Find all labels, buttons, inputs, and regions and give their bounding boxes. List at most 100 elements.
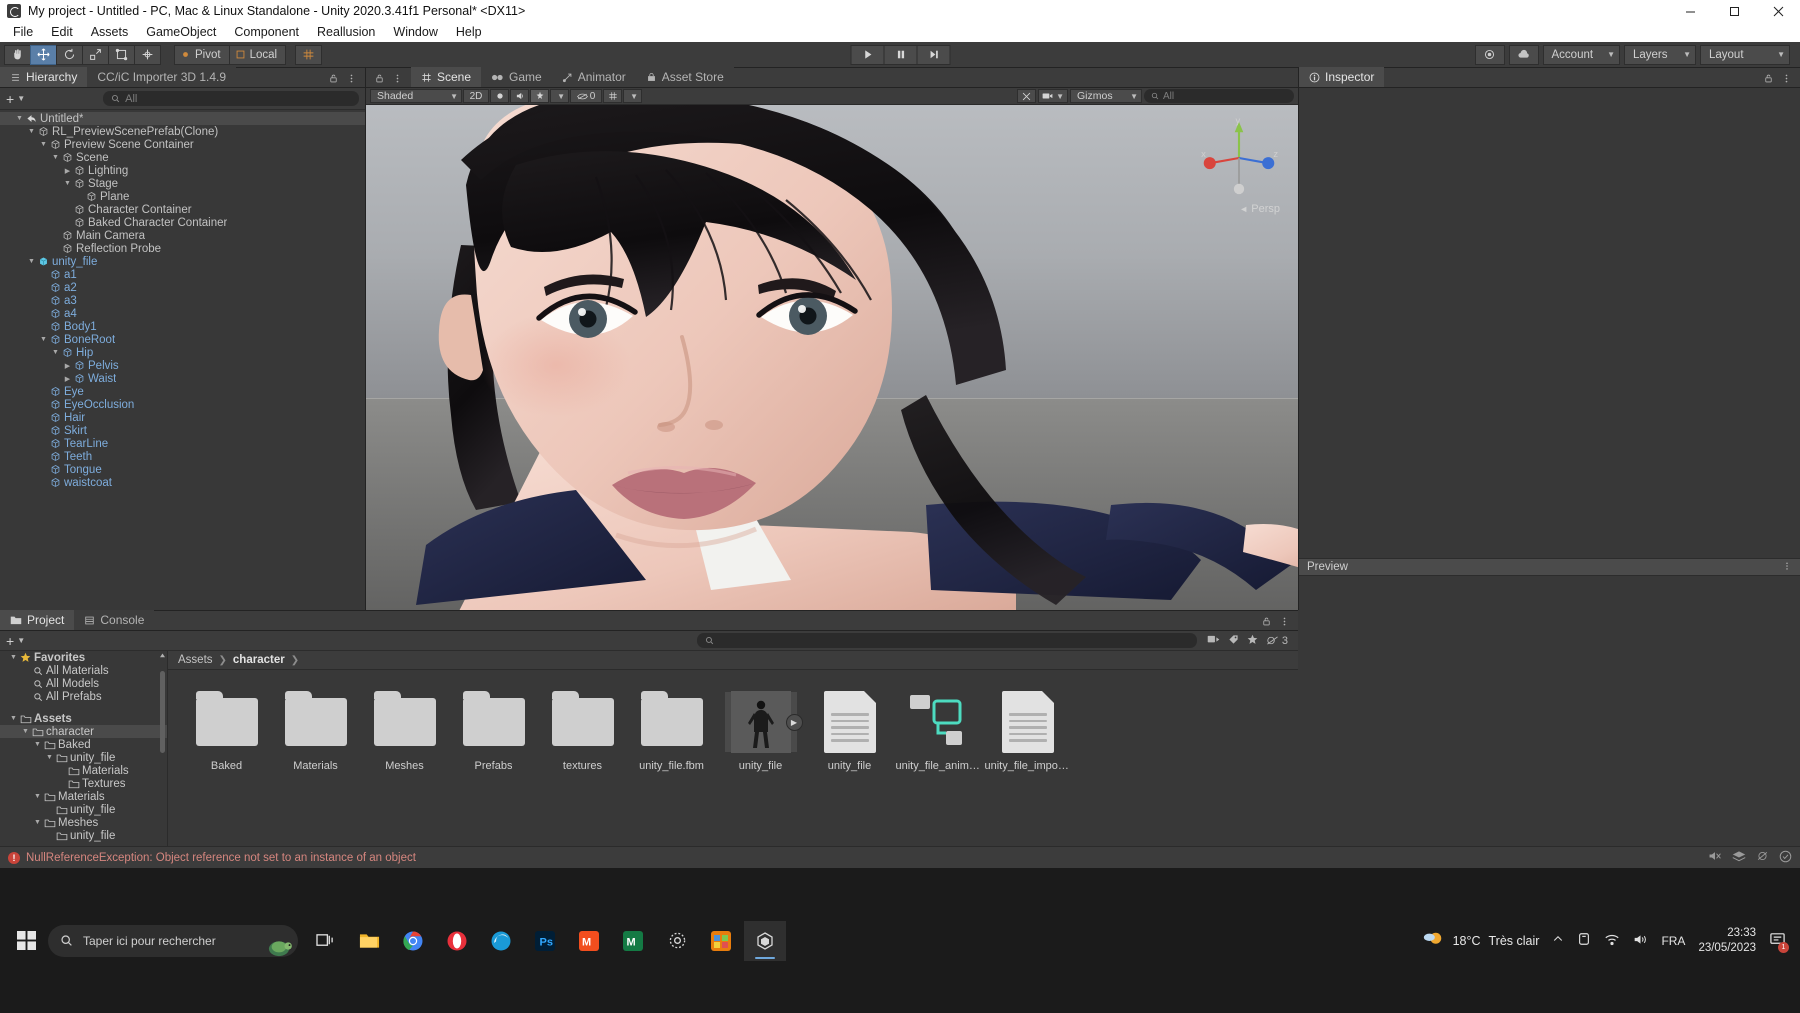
menu-gameobject[interactable]: GameObject: [137, 23, 225, 41]
menu-help[interactable]: Help: [447, 23, 491, 41]
preview-play-icon[interactable]: ▶: [785, 714, 803, 731]
hierarchy-item[interactable]: Skirt: [0, 424, 365, 437]
hierarchy-twirl[interactable]: ▼: [38, 141, 49, 148]
asset-tile[interactable]: unity_file_animat...: [894, 692, 983, 772]
preview-menu-icon[interactable]: [1782, 561, 1792, 574]
hierarchy-item[interactable]: Hair: [0, 411, 365, 424]
asset-tile[interactable]: unity_file_importI...: [983, 691, 1072, 772]
language-indicator[interactable]: FRA: [1661, 934, 1685, 948]
project-tree-scrollbar[interactable]: [160, 653, 165, 803]
fx-toggle-icon[interactable]: [530, 89, 549, 103]
layout-dropdown[interactable]: Layout ▼: [1700, 44, 1790, 65]
asset-tile[interactable]: Baked: [182, 691, 271, 772]
hierarchy-item[interactable]: ▼ unity_file: [0, 255, 365, 268]
asset-tile[interactable]: Meshes: [360, 691, 449, 772]
hierarchy-item[interactable]: ▼ Untitled*: [0, 112, 365, 125]
scene-search-input[interactable]: All: [1144, 89, 1294, 103]
rect-tool-button[interactable]: [108, 44, 135, 65]
tab-game[interactable]: Game: [481, 67, 552, 87]
project-tree-twirl[interactable]: ▼: [44, 754, 55, 761]
asset-tile[interactable]: Materials: [271, 691, 360, 772]
maximize-button[interactable]: [1712, 0, 1756, 22]
shading-mode-dropdown[interactable]: Shaded ▼: [370, 89, 462, 103]
perspective-label[interactable]: ◄ Persp: [1239, 203, 1280, 215]
2d-toggle-button[interactable]: 2D: [463, 89, 489, 103]
project-tree-item[interactable]: ▼ Materials: [0, 790, 167, 803]
hierarchy-item[interactable]: Eye: [0, 385, 365, 398]
tab-animator[interactable]: Animator: [551, 67, 636, 87]
hierarchy-item[interactable]: ▶ Waist: [0, 372, 365, 385]
weather-widget[interactable]: 18°C Très clair: [1421, 930, 1539, 952]
windows-start-icon[interactable]: [4, 921, 48, 961]
hierarchy-twirl[interactable]: ▶: [62, 167, 73, 175]
account-dropdown[interactable]: Account ▼: [1542, 44, 1620, 65]
hand-tool-button[interactable]: [4, 44, 31, 65]
show-hidden-icons-chevron[interactable]: [1552, 933, 1564, 948]
project-tree-item[interactable]: ▼ Meshes: [0, 816, 167, 829]
hierarchy-item[interactable]: Baked Character Container: [0, 216, 365, 229]
label-icon[interactable]: [1228, 634, 1239, 648]
breadcrumb-character[interactable]: character: [233, 654, 285, 666]
project-tree-twirl[interactable]: ▼: [32, 793, 43, 800]
project-folder-tree[interactable]: ▼ Favorites All Materials All Models All Pre…: [0, 651, 168, 846]
wifi-icon[interactable]: [1604, 933, 1620, 949]
project-tree-item[interactable]: ▼ Favorites: [0, 651, 167, 664]
tab-asset-store[interactable]: Asset Store: [635, 67, 734, 87]
project-tree-item[interactable]: unity_file: [0, 803, 167, 816]
hierarchy-add-button[interactable]: + ▼: [6, 92, 25, 106]
menu-assets[interactable]: Assets: [82, 23, 138, 41]
hierarchy-item[interactable]: Main Camera: [0, 229, 365, 242]
settings-icon[interactable]: [656, 921, 698, 961]
menu-edit[interactable]: Edit: [42, 23, 82, 41]
notification-center-icon[interactable]: 1: [1769, 931, 1789, 953]
close-button[interactable]: [1756, 0, 1800, 22]
onedrive-icon[interactable]: [1577, 932, 1591, 949]
pivot-mode-button[interactable]: Pivot: [174, 44, 230, 65]
hierarchy-twirl[interactable]: ▶: [62, 375, 73, 383]
hierarchy-item[interactable]: a3: [0, 294, 365, 307]
play-button[interactable]: [850, 44, 885, 65]
hierarchy-item[interactable]: a4: [0, 307, 365, 320]
photoshop-icon[interactable]: Ps: [524, 921, 566, 961]
project-tree-item[interactable]: All Materials: [0, 664, 167, 677]
panel-menu-icon[interactable]: [1781, 72, 1792, 87]
edge-icon[interactable]: [480, 921, 522, 961]
hierarchy-item[interactable]: ▼ Preview Scene Container: [0, 138, 365, 151]
volume-icon[interactable]: [1633, 933, 1648, 949]
fx-dropdown-button[interactable]: ▼: [550, 89, 569, 103]
asset-tile[interactable]: textures: [538, 691, 627, 772]
reallusion-icon[interactable]: M: [612, 921, 654, 961]
tab-console[interactable]: Console: [74, 610, 155, 630]
project-tree-twirl[interactable]: ▼: [8, 654, 19, 661]
project-tree-item[interactable]: ▼ Baked: [0, 738, 167, 751]
clock[interactable]: 23:33 23/05/2023: [1698, 926, 1756, 955]
hierarchy-tree[interactable]: ▼ Untitled* ▼ RL_PreviewScenePrefab(Clone) ▼…: [0, 110, 365, 610]
asset-tile[interactable]: Prefabs: [449, 691, 538, 772]
status-bar[interactable]: ! NullReferenceException: Object referen…: [0, 846, 1800, 868]
project-tree-item[interactable]: All Models: [0, 677, 167, 690]
project-tree-item[interactable]: Materials: [0, 764, 167, 777]
project-search-input[interactable]: [696, 633, 1197, 648]
hierarchy-item[interactable]: Body1: [0, 320, 365, 333]
taskbar-search-input[interactable]: Taper ici pour rechercher: [48, 924, 298, 957]
project-tree-item[interactable]: ▼ Assets: [0, 712, 167, 725]
project-tree-twirl[interactable]: ▼: [32, 819, 43, 826]
project-tree-item[interactable]: ▼ character: [0, 725, 167, 738]
menu-component[interactable]: Component: [225, 23, 308, 41]
project-tree-twirl[interactable]: ▼: [32, 741, 43, 748]
hierarchy-item[interactable]: ▼ BoneRoot: [0, 333, 365, 346]
hierarchy-item[interactable]: TearLine: [0, 437, 365, 450]
rotate-tool-button[interactable]: [56, 44, 83, 65]
menu-file[interactable]: File: [4, 23, 42, 41]
layers-stack-icon[interactable]: [1732, 850, 1746, 865]
project-tree-twirl[interactable]: ▼: [8, 715, 19, 722]
lock-icon[interactable]: [1261, 615, 1272, 630]
menu-window[interactable]: Window: [384, 23, 446, 41]
hierarchy-item[interactable]: ▶ Lighting: [0, 164, 365, 177]
opera-icon[interactable]: [436, 921, 478, 961]
hierarchy-item[interactable]: EyeOcclusion: [0, 398, 365, 411]
lock-icon[interactable]: [374, 72, 385, 87]
project-tree-item[interactable]: unity_file: [0, 829, 167, 842]
cloud-icon[interactable]: [1508, 44, 1539, 65]
breadcrumb-assets[interactable]: Assets: [178, 654, 213, 666]
